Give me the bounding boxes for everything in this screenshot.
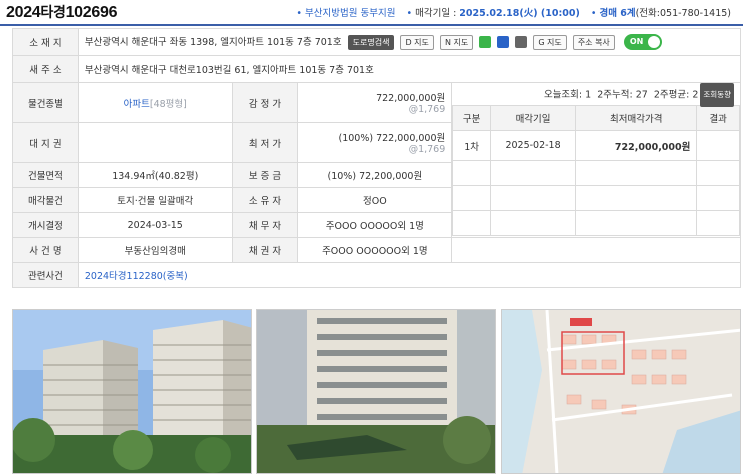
appraisal-label: 감 정 가 [231, 82, 299, 123]
naver-map-button[interactable]: N 지도 [439, 34, 474, 50]
building-label: 건물면적 [12, 162, 79, 188]
property-info-table: 소 재 지 부산광역시 해운대구 좌동 1398, 엘지아파트 101동 7층 … [12, 28, 742, 288]
chart-icon[interactable] [497, 36, 510, 49]
address-label: 소 재 지 [12, 28, 79, 56]
related-label: 관련사건 [12, 262, 79, 288]
table-row: 1차 2025-02-18 722,000,000원 [452, 130, 740, 161]
owner-label: 소 유 자 [231, 187, 299, 213]
min-price-cell: (100%) 722,000,000원 @1,769 [297, 122, 453, 163]
related-case-link[interactable]: 2024타경112280(중복) [77, 262, 742, 288]
copy-address-button[interactable]: 주소 복사 [572, 34, 615, 50]
address-cell: 부산광역시 해운대구 좌동 1398, 엘지아파트 101동 7층 701호 도… [77, 28, 742, 56]
col-result: 결과 [696, 105, 740, 131]
type-label: 물건종별 [12, 82, 79, 123]
photo-gallery [0, 309, 743, 474]
appraisal-cell: 722,000,000원 @1,769 [297, 82, 453, 123]
min-price-label: 최 저 가 [231, 122, 299, 163]
type-value[interactable]: 아파트 [124, 99, 150, 110]
col-price: 최저매각가격 [575, 105, 698, 131]
land-value [77, 122, 233, 163]
creditor-label: 채 권 자 [231, 237, 299, 263]
min-price-unit-price: @1,769 [408, 144, 446, 155]
building-photo-2[interactable] [256, 309, 496, 474]
debtor-value: 주OOO OOOOO외 1명 [297, 212, 453, 238]
toggle-switch[interactable]: ON [623, 34, 662, 51]
case-header: 2024타경102696 • 부산지방법원 동부지원 • 매각기일 : 2025.0… [0, 0, 743, 26]
appraisal-unit-price: @1,769 [408, 104, 446, 115]
owner-value: 정OO [297, 187, 453, 213]
sale-date: 2025.02.18(火) (10:00) [459, 8, 580, 19]
sale-history-table: 구분 매각기일 최저매각가격 결과 1차 2025-02-18 722,000,000원 [452, 105, 740, 236]
road-search-button[interactable]: 도로명검색 [347, 34, 395, 50]
daum-map-button[interactable]: D 지도 [400, 34, 434, 50]
col-date: 매각기일 [489, 105, 577, 131]
new-address-label: 새 주 소 [12, 55, 79, 83]
address-value: 부산광역시 해운대구 좌동 1398, 엘지아파트 101동 7층 701호 [84, 36, 342, 48]
sale-item-value: 토지·건물 일괄매각 [77, 187, 233, 213]
history-panel: 오늘조회: 1 2주누적: 27 2주평균: 2 조회동향 구분 매각기일 최저매각가… [451, 82, 741, 238]
google-map-button[interactable]: G 지도 [533, 34, 567, 50]
home-icon[interactable] [479, 36, 492, 49]
court-link[interactable]: 부산지방법원 동부지원 [305, 8, 395, 19]
building-photo-1[interactable] [12, 309, 252, 474]
deposit-value: (10%) 72,200,000원 [297, 162, 453, 188]
col-round: 구분 [452, 105, 491, 131]
case-number: 2024타경102696 [6, 4, 118, 21]
calculator-icon[interactable] [515, 36, 528, 49]
case-name-label: 사 건 명 [12, 237, 79, 263]
type-size: [48평형] [149, 98, 187, 110]
phone: (전화:051-780-1415) [635, 8, 731, 19]
table-row [452, 185, 740, 211]
land-label: 대 지 권 [12, 122, 79, 163]
appraisal-value: 722,000,000원 [376, 93, 446, 104]
table-row [452, 210, 740, 236]
location-map[interactable] [501, 309, 741, 474]
building-value: 134.94㎡(40.82평) [77, 162, 233, 188]
view-trend-button[interactable]: 조회동향 [700, 83, 734, 107]
case-name-value: 부동산임의경매 [77, 237, 233, 263]
dept-label: 경매 6계 [599, 8, 636, 19]
min-price-value: (100%) 722,000,000원 [338, 133, 446, 144]
sale-item-label: 매각물건 [12, 187, 79, 213]
creditor-value: 주OOO OOOOOO외 1명 [297, 237, 453, 263]
debtor-label: 채 무 자 [231, 212, 299, 238]
new-address-value: 부산광역시 해운대구 대천로103번길 61, 엘지아파트 101동 7층 70… [77, 55, 742, 83]
type-cell: 아파트[48평형] [77, 82, 233, 123]
deposit-label: 보 증 금 [231, 162, 299, 188]
table-row [452, 160, 740, 186]
view-stats: 오늘조회: 1 2주누적: 27 2주평균: 2 조회동향 [452, 83, 740, 107]
start-value: 2024-03-15 [77, 212, 233, 238]
case-meta: • 부산지방법원 동부지원 • 매각기일 : 2025.02.18(火) (10:0… [296, 8, 731, 19]
start-label: 개시결정 [12, 212, 79, 238]
